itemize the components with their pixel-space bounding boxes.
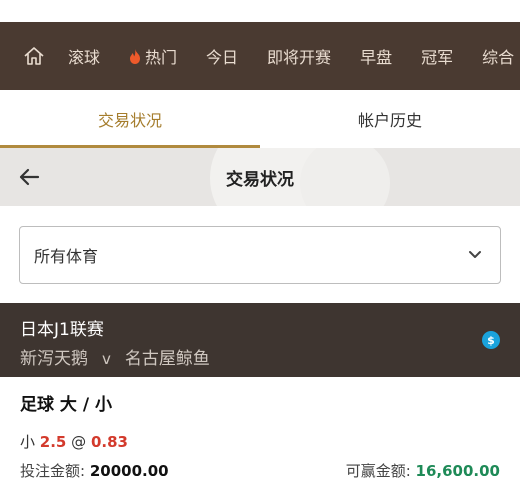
versus-label: v [102,350,111,368]
nav-item-outright[interactable]: 冠军 [421,44,453,68]
nav-item-label: 今日 [206,48,239,67]
match-header: 日本J1联赛 新泻天鹅 v 名古屋鲸鱼 $ [0,303,520,377]
nav-item-inplay[interactable]: 滚球 [68,44,100,68]
sport-filter-value: 所有体育 [34,247,99,266]
nav-item-label: 热门 [145,48,178,67]
stake-label: 投注金额: [20,462,86,480]
potential-win: 可赢金额: 16,600.00 [346,460,500,480]
nav-item-label: 综合 [482,48,515,67]
nav-item-label: 早盘 [360,48,393,67]
nav-item-popular[interactable]: 热门 [129,44,177,68]
tab-label: 交易状况 [97,111,162,130]
tab-account-history[interactable]: 帐户历史 [260,90,520,148]
fire-icon [129,48,141,64]
win-label: 可赢金额: [345,462,411,480]
nav-item-today[interactable]: 今日 [206,44,238,68]
at-sign: @ [71,433,87,451]
handicap-line: 2.5 [39,433,67,451]
tab-bet-status[interactable]: 交易状况 [0,90,260,148]
bet-details: 足球 大 / 小 小 2.5 @ 0.83 投注金额: 20000.00 可赢金… [20,390,500,480]
home-icon [24,47,44,65]
page-title: 交易状况 [226,169,294,190]
sport-filter-select[interactable]: 所有体育 [19,226,501,284]
arrow-left-icon [19,168,40,186]
stake-amount: 投注金额: 20000.00 [20,460,169,480]
back-button[interactable] [16,165,42,189]
home-team: 新泻天鹅 [20,349,88,369]
bet-selection: 小 2.5 @ 0.83 [20,431,500,452]
nav-item-early[interactable]: 早盘 [360,44,392,68]
bet-amounts: 投注金额: 20000.00 可赢金额: 16,600.00 [20,460,500,480]
league-name: 日本J1联赛 [20,320,104,340]
tab-label: 帐户历史 [357,111,422,130]
win-value: 16,600.00 [415,462,500,480]
chevron-down-icon [469,251,481,258]
selection-label: 小 [20,433,36,451]
home-button[interactable] [0,22,68,90]
bet-market: 足球 大 / 小 [20,395,112,415]
nav-item-upcoming[interactable]: 即将开赛 [267,44,331,68]
nav-item-label: 滚球 [68,48,101,67]
nav-item-parlay[interactable]: 综合 [482,44,514,68]
page-header: 交易状况 [0,148,520,206]
tab-bar: 交易状况 帐户历史 [0,90,520,148]
background-ball-decoration [300,148,390,206]
nav-item-label: 即将开赛 [267,48,332,67]
nav-item-label: 冠军 [421,48,454,67]
sports-nav-bar: 滚球 热门 今日 即将开赛 早盘 冠军 综合 [0,22,520,90]
away-team: 名古屋鲸鱼 [124,349,210,369]
match-teams: 新泻天鹅 v 名古屋鲸鱼 [20,344,500,369]
bet-odds: 0.83 [90,433,128,451]
dollar-icon: $ [482,331,500,349]
status-strip [0,0,520,22]
stake-value: 20000.00 [89,462,169,480]
